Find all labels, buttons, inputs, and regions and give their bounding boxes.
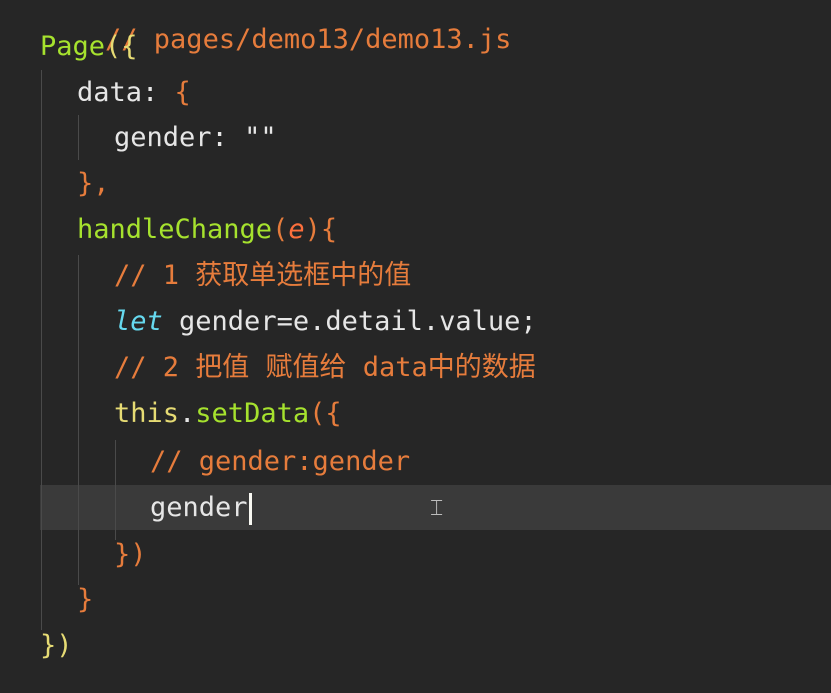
statement: gender=e.detail.value; [162,306,537,337]
punctuation: } [77,584,94,615]
code-line-8: // 2 把值 赋值给 data中的数据 [114,348,536,388]
code-line-9: this.setData({ [114,394,342,434]
code-line-11[interactable]: gender [150,488,252,528]
code-line-14: }) [40,626,73,666]
function-name: handleChange [77,214,273,245]
property-gender: gender [114,122,212,153]
punctuation: : [211,122,245,153]
code-line-4: }, [77,164,110,204]
comment: // gender:gender [150,446,411,477]
indent-guide [115,440,116,540]
punctuation: ({ [309,398,342,429]
code-line-6: // 1 获取单选框中的值 [114,256,411,296]
punctuation: }) [114,539,147,570]
method-setdata: setData [195,398,310,429]
keyword-this: this [114,398,180,429]
code-line-2: data: { [77,73,191,113]
code-line-5: handleChange(e){ [77,210,337,250]
code-line-0: // pages/demo13/demo13.js [40,0,511,55]
code-editor[interactable]: // pages/demo13/demo13.js Page({ data: {… [0,0,831,693]
punctuation: { [174,77,191,108]
shorthand-property-gender: gender [150,492,248,523]
code-line-7: let gender=e.detail.value; [114,302,537,342]
punctuation: }) [40,630,73,661]
punctuation: : [142,77,175,108]
code-line-12: }) [114,535,147,575]
identifier-page: Page [40,31,106,62]
punctuation: }, [77,168,110,199]
code-line-1: Page({ [40,27,138,67]
text-caret [248,492,252,525]
indent-guide [78,255,79,585]
punctuation: ){ [304,214,338,245]
string-literal: "" [244,122,277,153]
comment: // 1 获取单选框中的值 [114,260,412,291]
comment: // pages/demo13/demo13.js [105,24,512,55]
punctuation: ( [272,214,289,245]
code-line-13: } [77,580,93,620]
punctuation: . [179,398,196,429]
parameter-e: e [288,214,305,245]
code-line-3: gender: "" [114,118,277,158]
indent-guide [78,115,79,160]
code-line-10: // gender:gender [150,442,410,482]
ibeam-cursor-icon: ⌶ [430,496,444,521]
comment: // 2 把值 赋值给 data中的数据 [114,352,536,383]
punctuation: ({ [105,31,138,62]
indent-guide [41,70,42,630]
keyword-let: let [114,306,163,337]
property-data: data [77,77,143,108]
